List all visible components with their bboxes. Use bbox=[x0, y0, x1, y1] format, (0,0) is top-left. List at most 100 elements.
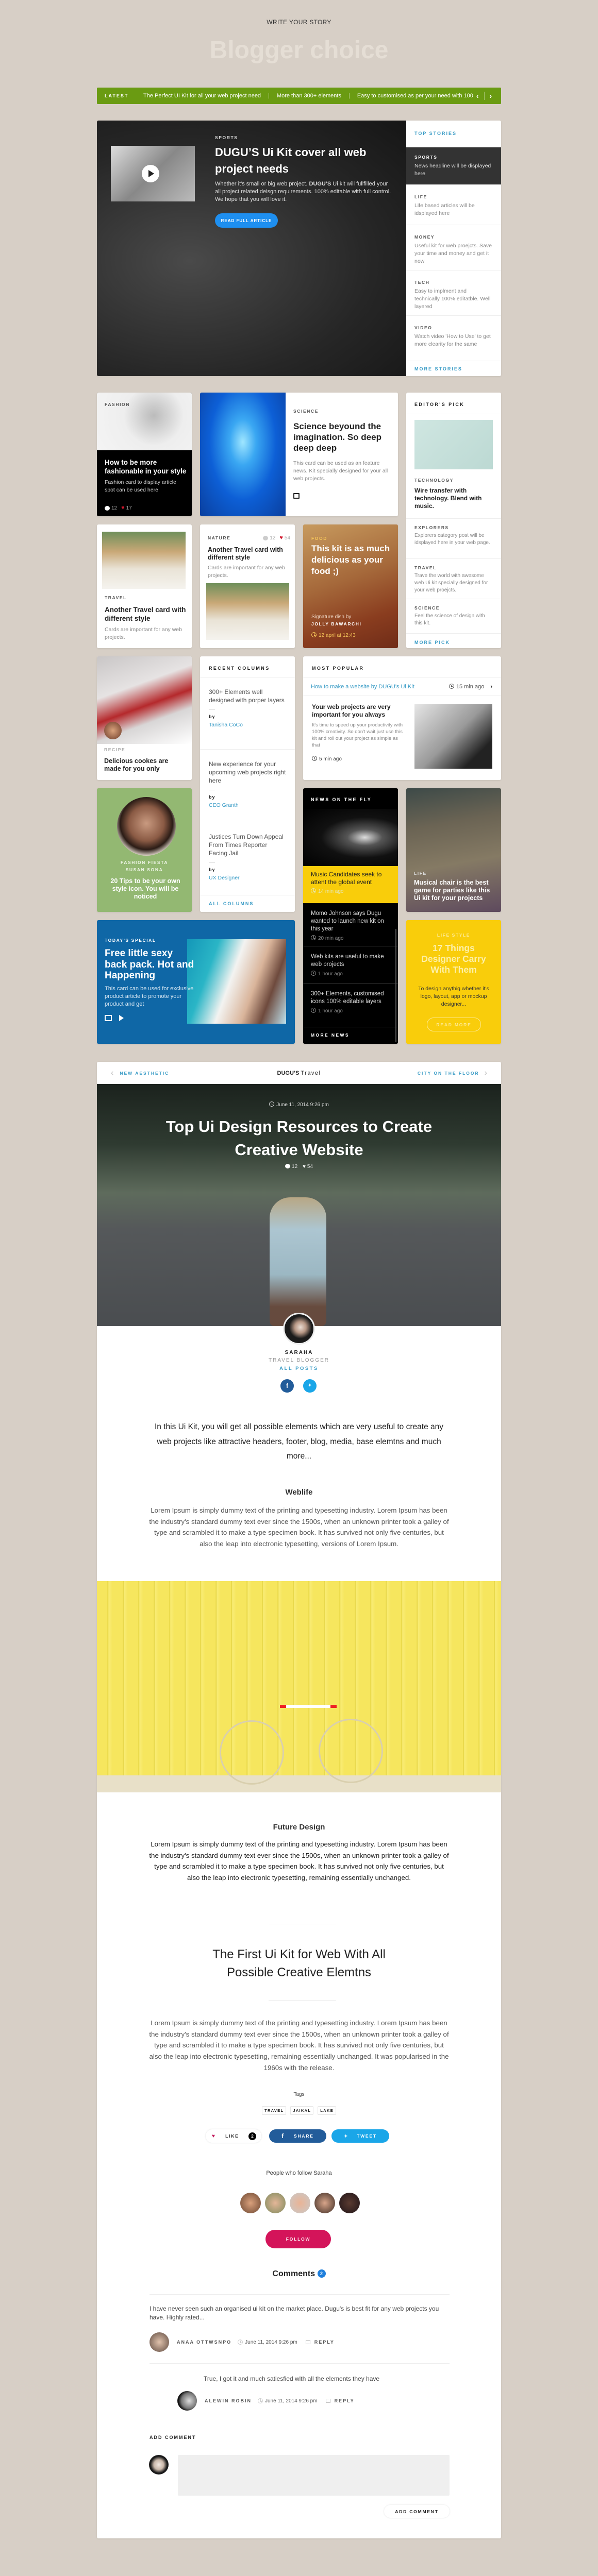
food-card[interactable]: FOOD This kit is as much delicious as yo… bbox=[303, 524, 398, 648]
travel-card[interactable]: TRAVEL Another Travel card with different… bbox=[97, 524, 192, 648]
news-item[interactable]: Momo Johnson says Dugu wanted to launch … bbox=[303, 903, 398, 946]
pick-title[interactable]: Wire transfer with technology. Blend wit… bbox=[414, 487, 493, 510]
life-card[interactable]: LIFE Musical chair is the best game for p… bbox=[406, 788, 501, 912]
scrollbar[interactable] bbox=[395, 929, 396, 1042]
popular-link[interactable]: How to make a website by DUGU's Ui Kit bbox=[311, 684, 449, 690]
like-button[interactable]: ♥ LIKE 2 bbox=[206, 2129, 261, 2143]
recipe-card[interactable]: RECIPE Delicious cookes are made for you … bbox=[97, 656, 192, 780]
commenter-avatar[interactable] bbox=[150, 2332, 169, 2352]
popular-title[interactable]: Your web projects are very important for… bbox=[312, 703, 407, 719]
twitter-icon: ✦ bbox=[344, 2133, 349, 2139]
pick-text[interactable]: Explorers category post will be idsplaye… bbox=[414, 532, 493, 547]
news-time: 1 hour ago bbox=[318, 971, 343, 977]
follower-avatar[interactable] bbox=[240, 2193, 261, 2213]
chevron-right-icon[interactable]: › bbox=[484, 92, 492, 100]
all-columns-link[interactable]: ALL COLUMNS bbox=[200, 895, 295, 912]
commenter-avatar[interactable] bbox=[177, 2391, 197, 2411]
reply-button[interactable]: REPLY bbox=[335, 2398, 355, 2403]
news-time: 1 hour ago bbox=[318, 1008, 343, 1014]
twitter-icon[interactable]: ✦ bbox=[303, 1379, 317, 1393]
science-card[interactable]: SCIENCE Science beyound the imagination.… bbox=[200, 393, 398, 516]
author-avatar[interactable] bbox=[283, 1313, 315, 1345]
news-item[interactable]: 300+ Elements, customised icons 100% edi… bbox=[303, 984, 398, 1027]
singer-image bbox=[303, 809, 398, 866]
next-article-link[interactable]: CITY ON THE FLOOR bbox=[418, 1071, 479, 1076]
story-item[interactable]: LIFE Life based articles will be idsplaye… bbox=[406, 184, 501, 225]
story-item[interactable]: VIDEO Watch video 'How to Use' to get mor… bbox=[406, 315, 501, 361]
news-item[interactable]: Web kits are useful to make web projects… bbox=[303, 946, 398, 984]
article-intro: In this Ui Kit, you will get all possibl… bbox=[155, 1422, 443, 1461]
follower-avatar[interactable] bbox=[339, 2193, 360, 2213]
todays-special-card[interactable]: TODAY'S SPECIAL Free little sexy back pa… bbox=[97, 920, 295, 1044]
read-more-button[interactable]: READ MORE bbox=[427, 1018, 481, 1031]
column-author[interactable]: CEO Granth bbox=[209, 802, 286, 808]
fashion-fiesta-card[interactable]: FASHION FIESTA SUSAN SONA 20 Tips to be … bbox=[97, 788, 192, 912]
story-item[interactable]: SPORTS News headline will be displayed he… bbox=[406, 147, 501, 184]
clock-icon bbox=[311, 971, 316, 976]
tag-chip[interactable]: TRAVEL bbox=[262, 2106, 287, 2115]
play-icon[interactable] bbox=[119, 1014, 124, 1021]
follower-avatar[interactable] bbox=[265, 2193, 286, 2213]
more-stories-link[interactable]: MORE STORIES bbox=[406, 361, 501, 376]
follow-button[interactable]: FOLLOW bbox=[265, 2230, 331, 2248]
pick-text[interactable]: Trave the world with awesome web Ui kit … bbox=[414, 572, 493, 594]
tag-chip[interactable]: LAKE bbox=[318, 2106, 336, 2115]
play-icon[interactable] bbox=[142, 165, 159, 182]
more-news-link[interactable]: MORE NEWS bbox=[303, 1027, 398, 1043]
article: ‹ NEW AESTHETIC DUGU’S Travel CITY ON TH… bbox=[97, 1062, 501, 2538]
lifestyle-card[interactable]: LIFE STYLE 17 Things Designer Carry With… bbox=[406, 920, 501, 1044]
news-feature[interactable]: Music Candidates seek to attent the glob… bbox=[303, 866, 398, 903]
divider bbox=[150, 2363, 450, 2364]
editors-pick-header: EDITOR'S PICK bbox=[414, 402, 465, 407]
divider: | bbox=[268, 93, 270, 99]
card-title: 20 Tips to be your own style icon. You w… bbox=[110, 877, 180, 900]
pick-text[interactable]: Feel the science of design with this kit… bbox=[414, 613, 493, 627]
commenter-name[interactable]: ALEWIN ROBIN bbox=[205, 2398, 252, 2403]
gallery-icon[interactable] bbox=[293, 493, 300, 499]
column-item[interactable]: Justices Turn Down Appeal From Times Rep… bbox=[200, 822, 295, 895]
chevron-left-icon[interactable]: ‹ bbox=[476, 92, 479, 100]
read-full-article-button[interactable]: READ FULL ARTICLE bbox=[215, 213, 278, 228]
story-item[interactable]: MONEY Useful kit for web proejcts. Save y… bbox=[406, 225, 501, 270]
column-author[interactable]: UX Designer bbox=[209, 875, 286, 881]
column-author[interactable]: Tanisha CoCo bbox=[209, 722, 286, 728]
all-posts-link[interactable]: ALL POSTS bbox=[97, 1366, 501, 1371]
prev-article-link[interactable]: NEW AESTHETIC bbox=[120, 1071, 418, 1076]
ticker-item[interactable]: Easy to customised as per your need with… bbox=[357, 93, 473, 99]
comment-textarea[interactable] bbox=[178, 2455, 450, 2496]
story-item[interactable]: TECH Easy to implment and technically 100… bbox=[406, 270, 501, 315]
resort-image bbox=[102, 532, 186, 589]
author-avatar[interactable] bbox=[104, 722, 122, 739]
card-title: Science beyound the imagination. So deep… bbox=[293, 421, 381, 453]
fashion-card[interactable]: FASHION How to be more fashionable in yo… bbox=[97, 393, 192, 516]
chevron-left-icon[interactable]: ‹ bbox=[111, 1069, 113, 1078]
ticker-item[interactable]: The Perfect UI Kit for all your web proj… bbox=[143, 93, 261, 99]
chevron-right-icon[interactable]: › bbox=[485, 1069, 487, 1078]
column-title: Justices Turn Down Appeal From Times Rep… bbox=[209, 833, 284, 857]
comment-text: I have never seen such an organised ui k… bbox=[150, 2305, 439, 2321]
share-button[interactable]: f SHARE bbox=[269, 2129, 326, 2143]
ticker-item[interactable]: More than 300+ elements bbox=[277, 93, 341, 99]
popular-link-row[interactable]: How to make a website by DUGU's Ui Kit 15… bbox=[303, 677, 501, 696]
chevron-right-icon[interactable]: › bbox=[490, 684, 492, 690]
facebook-icon[interactable]: f bbox=[280, 1379, 294, 1393]
commenter-name[interactable]: ANAA OTTWSNPO bbox=[177, 2340, 231, 2345]
column-item[interactable]: New experience for your upcoming web pro… bbox=[200, 749, 295, 822]
tweet-button[interactable]: ✦ TWEET bbox=[331, 2129, 389, 2143]
add-comment-button[interactable]: ADD COMMENT bbox=[384, 2505, 450, 2518]
video-thumbnail[interactable] bbox=[111, 146, 195, 201]
follower-avatar[interactable] bbox=[290, 2193, 310, 2213]
share-label: SHARE bbox=[294, 2133, 314, 2139]
nature-card[interactable]: NATURE 12 ♥ 54 Another Travel card with dif… bbox=[200, 524, 295, 648]
column-item[interactable]: 300+ Elements well designed with porper … bbox=[200, 677, 295, 749]
column-title: New experience for your upcoming web pro… bbox=[209, 760, 286, 784]
page-bottom-spacer bbox=[0, 2538, 1, 2559]
gallery-icon[interactable] bbox=[105, 1014, 112, 1021]
more-pick-link[interactable]: MORE PICK bbox=[406, 633, 501, 648]
card-category: TRAVEL bbox=[105, 595, 127, 600]
hero-title[interactable]: DUGU’S Ui Kit cover all web project need… bbox=[215, 144, 393, 177]
reply-button[interactable]: REPLY bbox=[314, 2340, 335, 2345]
tag-chip[interactable]: JAIKAL bbox=[290, 2106, 314, 2115]
follower-avatar[interactable] bbox=[314, 2193, 335, 2213]
comment-icon bbox=[105, 505, 110, 511]
